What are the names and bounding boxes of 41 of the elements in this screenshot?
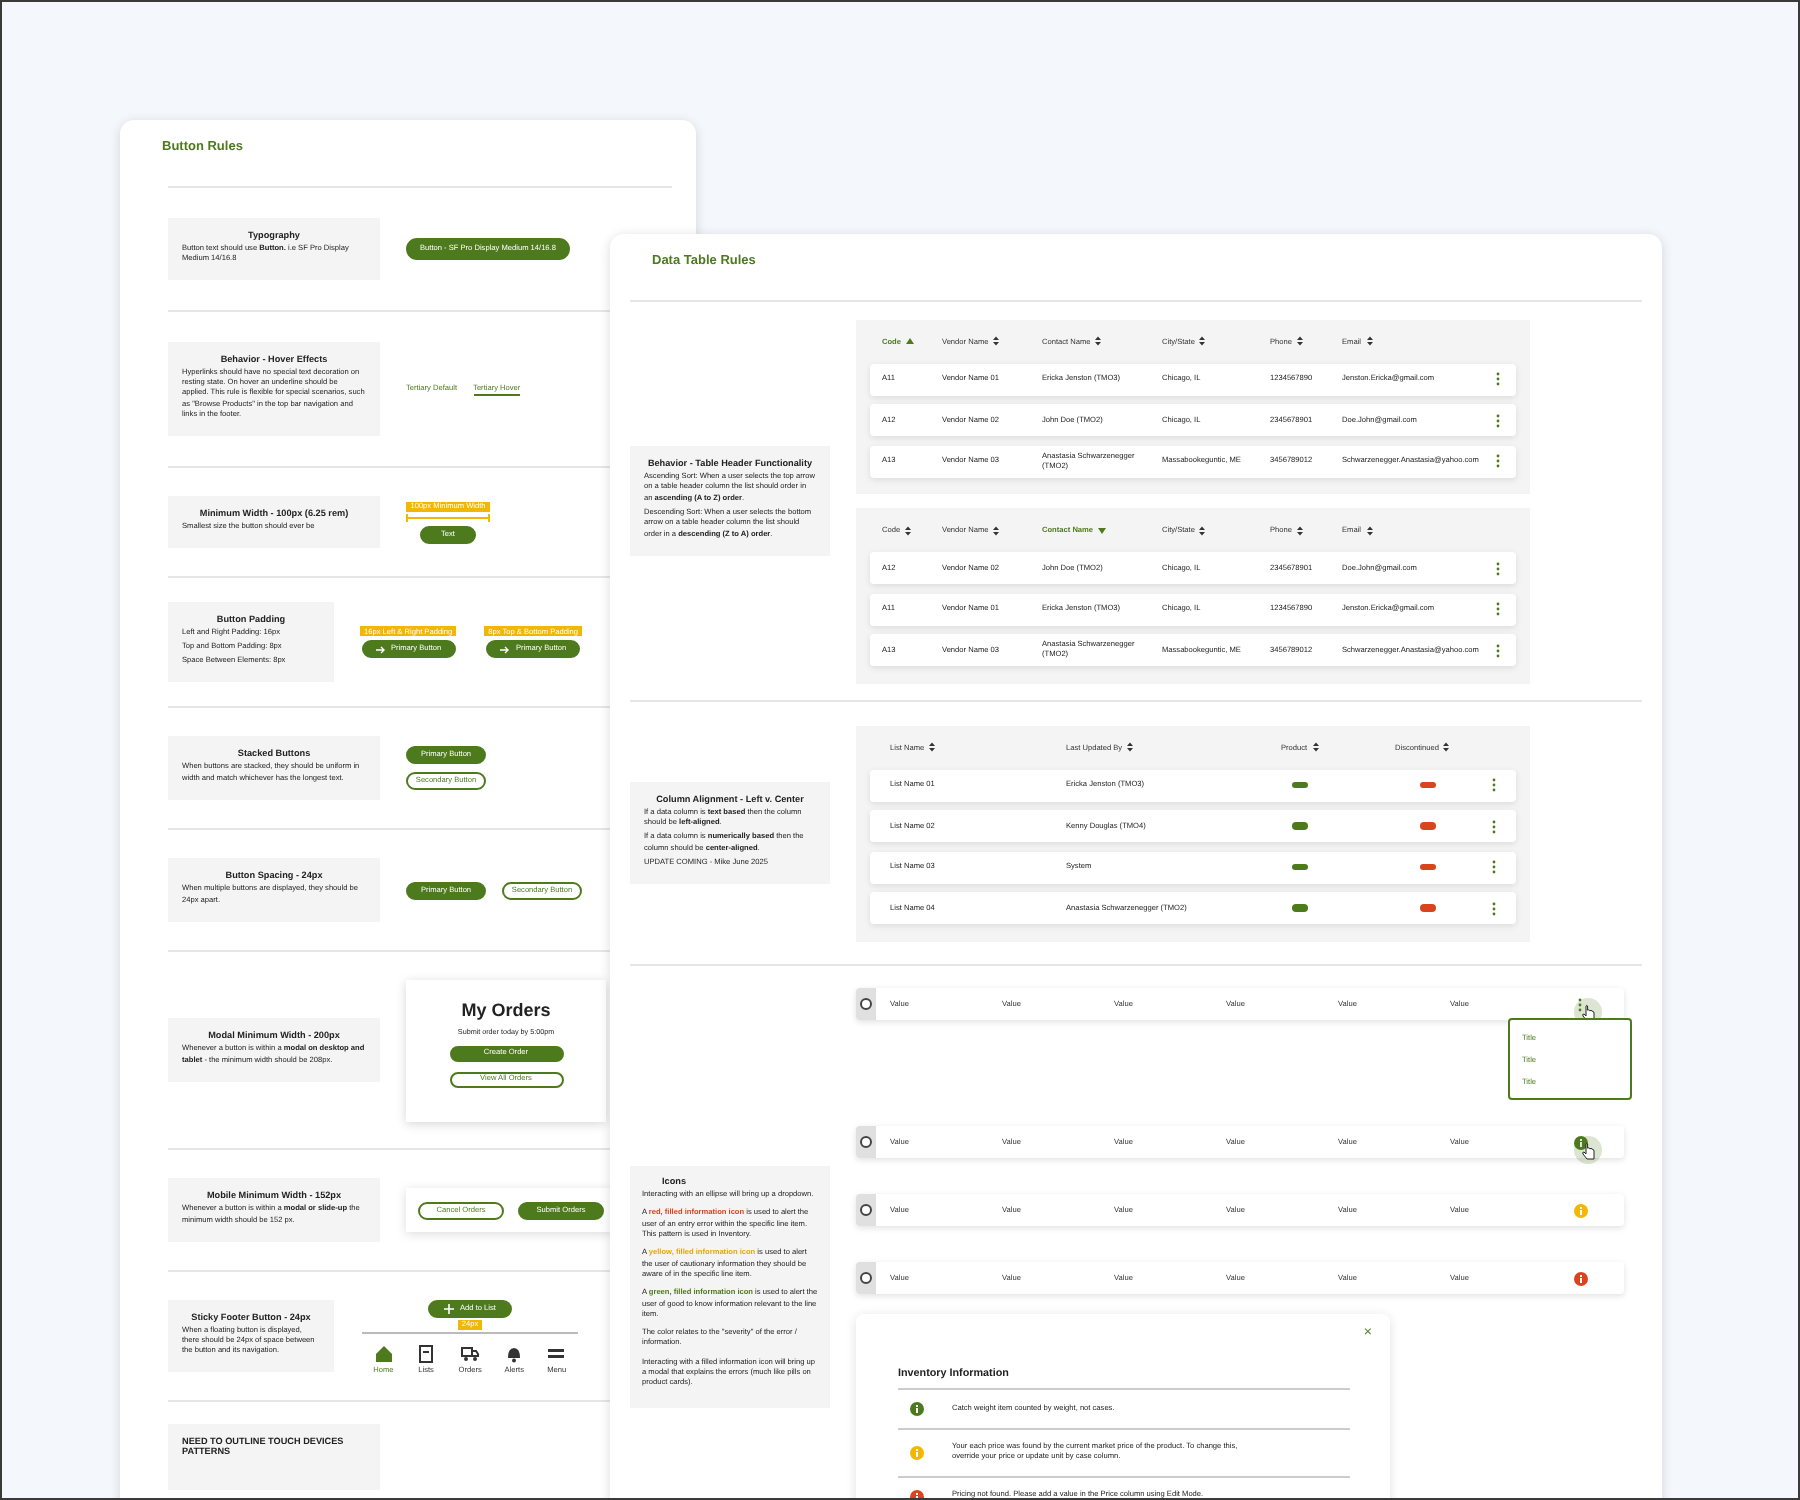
count-pill [1419,781,1435,789]
truck-icon [460,1343,481,1363]
radio-button[interactable] [860,1204,872,1216]
modal-title: My Orders [461,999,551,1019]
home-icon [373,1343,394,1363]
count-pill [1419,863,1435,871]
count-pill [1419,904,1435,912]
count-pill [1292,904,1308,912]
menu-icon [546,1343,567,1363]
count-pill [1292,781,1308,789]
info-icon[interactable] [1573,1271,1587,1285]
measurement-line [406,513,490,521]
plus-icon [444,1303,455,1313]
sort-icon[interactable] [1365,525,1373,535]
radio-button[interactable] [860,998,872,1010]
sort-icon[interactable] [1126,742,1135,752]
sort-icon[interactable] [992,336,1001,346]
sort-icon[interactable] [928,742,937,752]
bell-icon [504,1343,525,1363]
radio-button[interactable] [860,1272,872,1284]
count-pill [1292,822,1308,830]
info-icon[interactable] [1573,1135,1587,1149]
sort-icon[interactable] [1094,336,1103,346]
count-pill [1419,822,1435,830]
sort-descending-icon[interactable] [1097,525,1106,535]
radio-button[interactable] [860,1136,872,1148]
info-icon[interactable] [910,1402,924,1416]
arrow-icon [375,645,385,653]
sort-icon[interactable] [904,525,913,535]
sort-icon[interactable] [992,525,1001,535]
sort-icon[interactable] [1365,336,1373,346]
sort-icon[interactable] [1311,742,1320,752]
sort-icon[interactable] [1198,525,1207,535]
sort-icon[interactable] [1198,336,1207,346]
sort-icon[interactable] [1295,336,1304,346]
arrow-icon [500,645,510,653]
sort-icon[interactable] [1442,742,1451,752]
sort-icon[interactable] [1295,525,1304,535]
count-pill [1292,863,1308,871]
list-icon [416,1343,437,1363]
sort-ascending-icon[interactable] [905,336,913,346]
